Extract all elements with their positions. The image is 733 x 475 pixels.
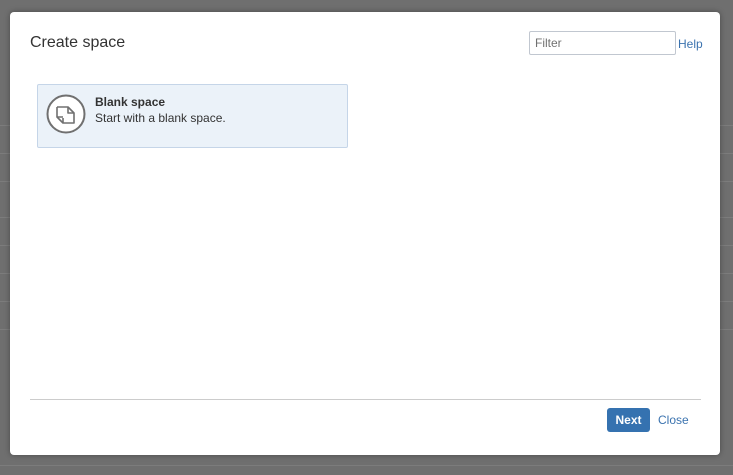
close-link[interactable]: Close (658, 413, 689, 427)
template-description: Start with a blank space. (95, 111, 226, 125)
dialog-title: Create space (30, 34, 126, 51)
next-button[interactable]: Next (607, 408, 650, 432)
template-name: Blank space (95, 95, 166, 109)
blank-page-icon (46, 94, 86, 134)
help-link[interactable]: Help (678, 37, 703, 51)
filter-input[interactable] (529, 31, 676, 55)
backdrop-line (0, 465, 733, 466)
create-space-dialog: Create space Help Blank space Start with… (10, 12, 720, 455)
footer-divider (30, 399, 701, 400)
template-card-blank-space[interactable]: Blank space Start with a blank space. (37, 84, 348, 148)
